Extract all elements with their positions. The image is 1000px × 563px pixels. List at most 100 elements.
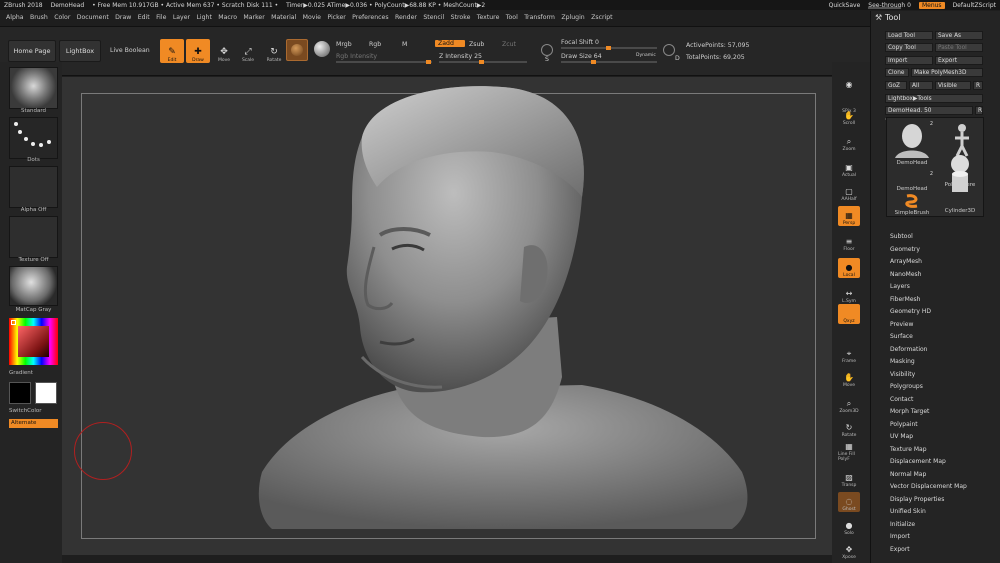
tool-thumb-demohead[interactable]: 2 DemoHead [889, 120, 935, 168]
current-tool-slider[interactable]: DemoHead. 50 [885, 106, 973, 115]
right-l-sym-button[interactable]: ↔ L.Sym [838, 284, 860, 304]
tool-menu-arraymesh[interactable]: ArrayMesh [890, 258, 922, 265]
menu-stroke[interactable]: Stroke [447, 14, 473, 21]
goz-button[interactable]: GoZ [885, 81, 907, 90]
sphere-icon[interactable] [314, 41, 330, 57]
tool-menu-subtool[interactable]: Subtool [890, 233, 913, 240]
paste-tool-button[interactable]: Paste Tool [935, 43, 983, 52]
tool-scale-button[interactable]: ⤢ Scale [236, 39, 260, 63]
menu-edit[interactable]: Edit [135, 14, 153, 21]
focal-shift-slider[interactable] [561, 46, 657, 50]
dynamic-toggle[interactable]: Dynamic [636, 53, 656, 58]
tool-menu-geometry-hd[interactable]: Geometry HD [890, 308, 931, 315]
right-qxyz-button[interactable]: Qxyz [838, 304, 860, 324]
tool-menu-surface[interactable]: Surface [890, 333, 913, 340]
load-tool-button[interactable]: Load Tool [885, 31, 933, 40]
tool-menu-polypaint[interactable]: Polypaint [890, 421, 918, 428]
lightbox-button[interactable]: LightBox [59, 40, 101, 62]
right-move-button[interactable]: ✋ Move [838, 368, 860, 388]
tool-menu-display-properties[interactable]: Display Properties [890, 496, 944, 503]
right-zoom3d-button[interactable]: ⌕ Zoom3D [838, 394, 860, 414]
quicksave-button[interactable]: QuickSave [825, 2, 865, 9]
document-canvas[interactable] [62, 77, 832, 555]
draw-size-slider[interactable] [561, 60, 657, 64]
zcut-button[interactable]: Zcut [502, 41, 516, 48]
alpha-thumbnail[interactable] [9, 166, 58, 208]
r2-button[interactable]: R [975, 106, 983, 115]
menu-material[interactable]: Material [268, 14, 300, 21]
tool-menu-initialize[interactable]: Initialize [890, 521, 915, 528]
menu-stencil[interactable]: Stencil [420, 14, 447, 21]
d-circle-icon[interactable] [663, 44, 675, 56]
menu-transform[interactable]: Transform [521, 14, 558, 21]
right-solo-button[interactable]: ● Solo [838, 516, 860, 536]
import-button[interactable]: Import [885, 56, 933, 65]
menu-texture[interactable]: Texture [474, 14, 503, 21]
color-picker[interactable] [9, 318, 58, 365]
right-rotate-button[interactable]: ↻ Rotate [838, 418, 860, 438]
export-button[interactable]: Export [935, 56, 983, 65]
menu-draw[interactable]: Draw [112, 14, 135, 21]
right-scroll-button[interactable]: ✋ Scroll [838, 106, 860, 126]
right-persp-button[interactable]: ▦ Persp [838, 206, 860, 226]
menu-brush[interactable]: Brush [27, 14, 51, 21]
menu-layer[interactable]: Layer [170, 14, 194, 21]
zsub-button[interactable]: Zsub [469, 41, 484, 48]
gradient-toggle[interactable]: Gradient [9, 370, 58, 376]
menu-marker[interactable]: Marker [240, 14, 268, 21]
tool-menu-uv-map[interactable]: UV Map [890, 433, 913, 440]
sculpt-bust[interactable] [62, 77, 832, 555]
menu-zplugin[interactable]: Zplugin [558, 14, 588, 21]
save-as-button[interactable]: Save As [935, 31, 983, 40]
menu-alpha[interactable]: Alpha [0, 14, 27, 21]
right-actual-button[interactable]: ▣ Actual [838, 158, 860, 178]
right-frame-button[interactable]: ⌖ Frame [838, 344, 860, 364]
menu-preferences[interactable]: Preferences [349, 14, 392, 21]
material-thumbnail[interactable] [286, 39, 308, 61]
tool-edit-button[interactable]: ✎ Edit [160, 39, 184, 63]
tool-palette-header[interactable]: ⚒ Tool [875, 13, 901, 22]
right-zoom-button[interactable]: ⌕ Zoom [838, 132, 860, 152]
r-button[interactable]: R [973, 81, 983, 90]
main-color-swatch[interactable] [9, 382, 31, 404]
tool-menu-visibility[interactable]: Visibility [890, 371, 915, 378]
tool-menu-displacement-map[interactable]: Displacement Map [890, 458, 946, 465]
tool-menu-deformation[interactable]: Deformation [890, 346, 927, 353]
clone-button[interactable]: Clone [885, 68, 909, 77]
menu-movie[interactable]: Movie [299, 14, 324, 21]
tool-thumb-cylinder[interactable]: Cylinder3D [937, 168, 983, 216]
tool-menu-normal-map[interactable]: Normal Map [890, 471, 926, 478]
material-thumbnail-left[interactable] [9, 266, 58, 306]
menu-picker[interactable]: Picker [324, 14, 349, 21]
stroke-thumbnail[interactable] [9, 117, 58, 159]
secondary-color-swatch[interactable] [35, 382, 57, 404]
tool-menu-texture-map[interactable]: Texture Map [890, 446, 927, 453]
home-page-button[interactable]: Home Page [8, 40, 56, 62]
tool-move-button[interactable]: ✥ Move [212, 39, 236, 63]
tool-menu-nanomesh[interactable]: NanoMesh [890, 271, 921, 278]
rgb-intensity-slider[interactable] [336, 60, 432, 64]
tool-menu-masking[interactable]: Masking [890, 358, 915, 365]
tool-menu-unified-skin[interactable]: Unified Skin [890, 508, 926, 515]
mrgb-button[interactable]: Mrgb [336, 41, 352, 48]
switch-color-button[interactable]: SwitchColor [9, 408, 58, 414]
tool-menu-contact[interactable]: Contact [890, 396, 913, 403]
menu-file[interactable]: File [153, 14, 170, 21]
menu-zscript[interactable]: Zscript [588, 14, 616, 21]
tool-rotate-button[interactable]: ↻ Rotate [262, 39, 286, 63]
live-boolean-button[interactable]: Live Boolean [110, 47, 150, 54]
right-floor-button[interactable]: ≡ Floor [838, 232, 860, 252]
tool-menu-layers[interactable]: Layers [890, 283, 910, 290]
right-local-button[interactable]: ● Local [838, 258, 860, 278]
tool-thumb-demohead-2[interactable]: 2 DemoHead [889, 170, 935, 194]
tool-menu-geometry[interactable]: Geometry [890, 246, 920, 253]
tool-menu-polygroups[interactable]: Polygroups [890, 383, 923, 390]
see-through-slider[interactable]: See-through 0 [864, 2, 915, 9]
s-circle-icon[interactable] [541, 44, 553, 56]
menu-light[interactable]: Light [193, 14, 215, 21]
default-zscript-button[interactable]: DefaultZScript [949, 2, 1000, 9]
visible-button[interactable]: Visible [935, 81, 971, 90]
tool-thumb-simplebrush[interactable]: SimpleBrush [889, 192, 935, 218]
tool-menu-vector-displacement-map[interactable]: Vector Displacement Map [890, 483, 967, 490]
copy-tool-button[interactable]: Copy Tool [885, 43, 933, 52]
